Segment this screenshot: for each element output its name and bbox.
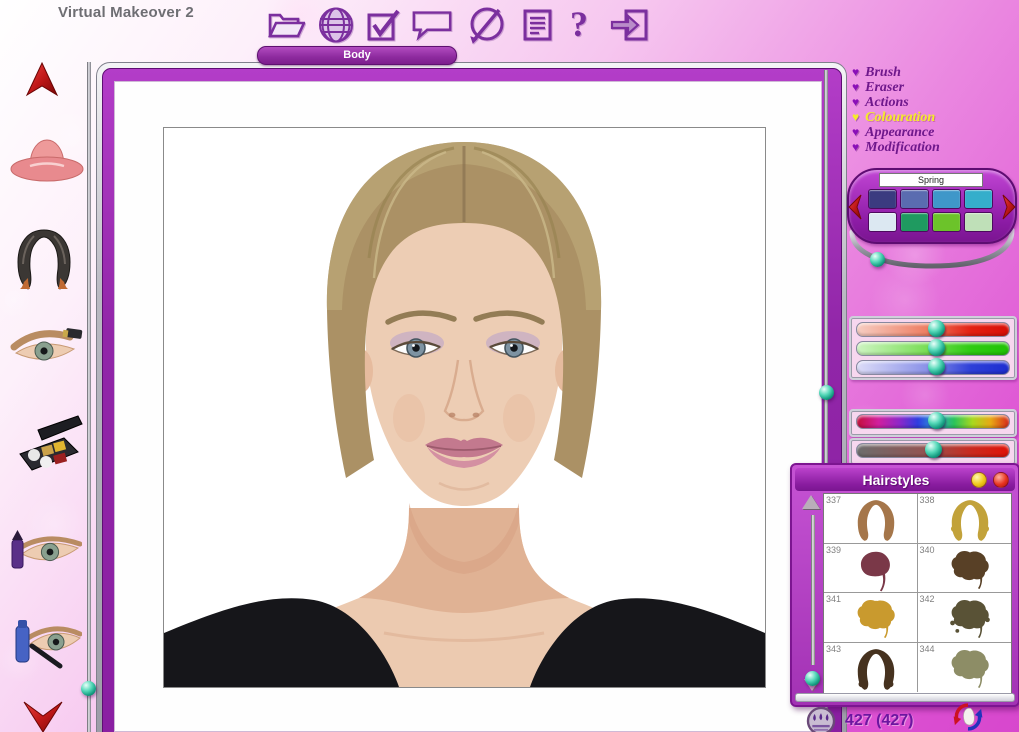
help-icon[interactable]: ? [562,6,596,44]
color-swatch[interactable] [900,212,929,232]
sidebar-item-scroll-down[interactable] [20,698,66,732]
color-palette-box: Spring [847,168,1017,244]
minimize-button[interactable] [971,471,987,488]
hue-slider[interactable] [856,412,1010,429]
heart-bullet-icon: ♥ [852,80,860,94]
head-mesh-icon[interactable] [314,6,358,44]
red-slider[interactable] [856,320,1010,337]
checklist-icon[interactable] [362,6,406,44]
scroll-rail[interactable] [811,515,815,665]
comment-icon[interactable] [410,6,454,44]
value-slider-knob[interactable] [925,441,943,458]
color-swatch[interactable] [900,189,929,209]
green-slider[interactable] [856,339,1010,356]
rgb-slider-group [849,316,1017,380]
open-folder-icon[interactable] [264,6,308,44]
scroll-up-icon[interactable] [802,495,820,509]
hairstyles-grid: 337 338 339 340 341 342 343 344 [823,493,1012,694]
model-photo[interactable] [163,127,766,688]
hairstyle-item[interactable]: 337 [824,494,918,544]
hairstyle-item[interactable]: 343 [824,642,918,692]
exit-icon[interactable] [608,6,652,44]
color-swatch[interactable] [964,212,993,232]
hairstyles-title: Hairstyles [862,471,930,488]
palette-arc-handle[interactable] [870,252,885,267]
sidebar-item-eyeliner[interactable] [6,528,83,581]
heart-bullet-icon: ♥ [852,95,860,109]
notes-icon[interactable] [516,6,560,44]
menu-item-modification[interactable]: ♥ Modification [852,140,940,155]
sidebar-item-scroll-up[interactable] [22,60,62,105]
hairstyles-bottom-bar [795,693,1015,702]
disable-icon[interactable] [464,6,508,44]
color-swatch[interactable] [964,189,993,209]
color-swatch[interactable] [868,212,897,232]
sidebar-item-hat[interactable] [8,135,86,188]
hairstyle-item[interactable]: 339 [824,543,918,593]
palette-name-label: Spring [879,173,983,187]
right-rail-handle[interactable] [819,385,834,400]
menu-item-appearance[interactable]: ♥ Appearance [852,125,940,140]
heart-bullet-icon: ♥ [852,125,860,139]
sidebar-item-mascara[interactable] [12,616,83,679]
hairstyle-count-badge-icon [802,706,840,732]
palette-next-arrow-icon[interactable] [1002,194,1016,220]
color-swatch[interactable] [868,189,897,209]
value-slider[interactable] [856,441,1010,458]
green-slider-knob[interactable] [928,339,946,356]
palette-swatches [868,189,993,232]
sidebar-item-eyeshadow-palette[interactable] [12,408,84,483]
canvas-left-rail[interactable] [87,62,91,732]
tools-menu: ♥ Brush ♥ Eraser ♥ Actions ♥ Colouration ♥ Ap… [852,65,940,155]
color-swatch[interactable] [932,189,961,209]
tab-body[interactable]: Body [257,46,457,65]
sidebar-item-eyebrows[interactable] [8,325,86,376]
sidebar-item-wig[interactable] [10,226,78,295]
hairstyle-item[interactable]: 341 [824,593,918,643]
blue-slider[interactable] [856,358,1010,375]
hairstyles-titlebar[interactable]: Hairstyles [795,468,1015,491]
svg-text:?: ? [570,6,588,44]
virtual-makeover-app: Virtual Makeover 2 ? Body ♥ Brush ♥ Eras… [0,0,1019,732]
hairstyle-item[interactable]: 344 [917,642,1011,692]
hue-slider-group [849,409,1017,437]
window-title: Virtual Makeover 2 [58,4,194,21]
hairstyles-window: Hairstyles 337 338 339 340 341 342 343 3… [790,463,1019,707]
hue-slider-knob[interactable] [928,412,946,429]
palette-prev-arrow-icon[interactable] [848,194,862,220]
left-rail-handle[interactable] [81,681,96,696]
value-slider-group [849,438,1017,466]
scroll-handle[interactable] [805,671,820,686]
refresh-icon[interactable] [944,702,992,732]
menu-item-actions[interactable]: ♥ Actions [852,95,940,110]
hairstyle-item[interactable]: 340 [917,543,1011,593]
hairstyle-item[interactable]: 338 [917,494,1011,544]
menu-item-brush[interactable]: ♥ Brush [852,65,940,80]
heart-bullet-icon: ♥ [852,110,860,124]
hairstyles-scrollbar [796,493,822,693]
color-swatch[interactable] [932,212,961,232]
menu-item-eraser[interactable]: ♥ Eraser [852,80,940,95]
red-slider-knob[interactable] [928,320,946,337]
hairstyle-count: 427 (427) [845,712,914,729]
blue-slider-knob[interactable] [928,358,946,375]
hairstyle-item[interactable]: 342 [917,593,1011,643]
menu-item-colouration[interactable]: ♥ Colouration [852,110,940,125]
close-button[interactable] [993,471,1009,488]
heart-bullet-icon: ♥ [852,65,860,79]
heart-bullet-icon: ♥ [852,140,860,154]
